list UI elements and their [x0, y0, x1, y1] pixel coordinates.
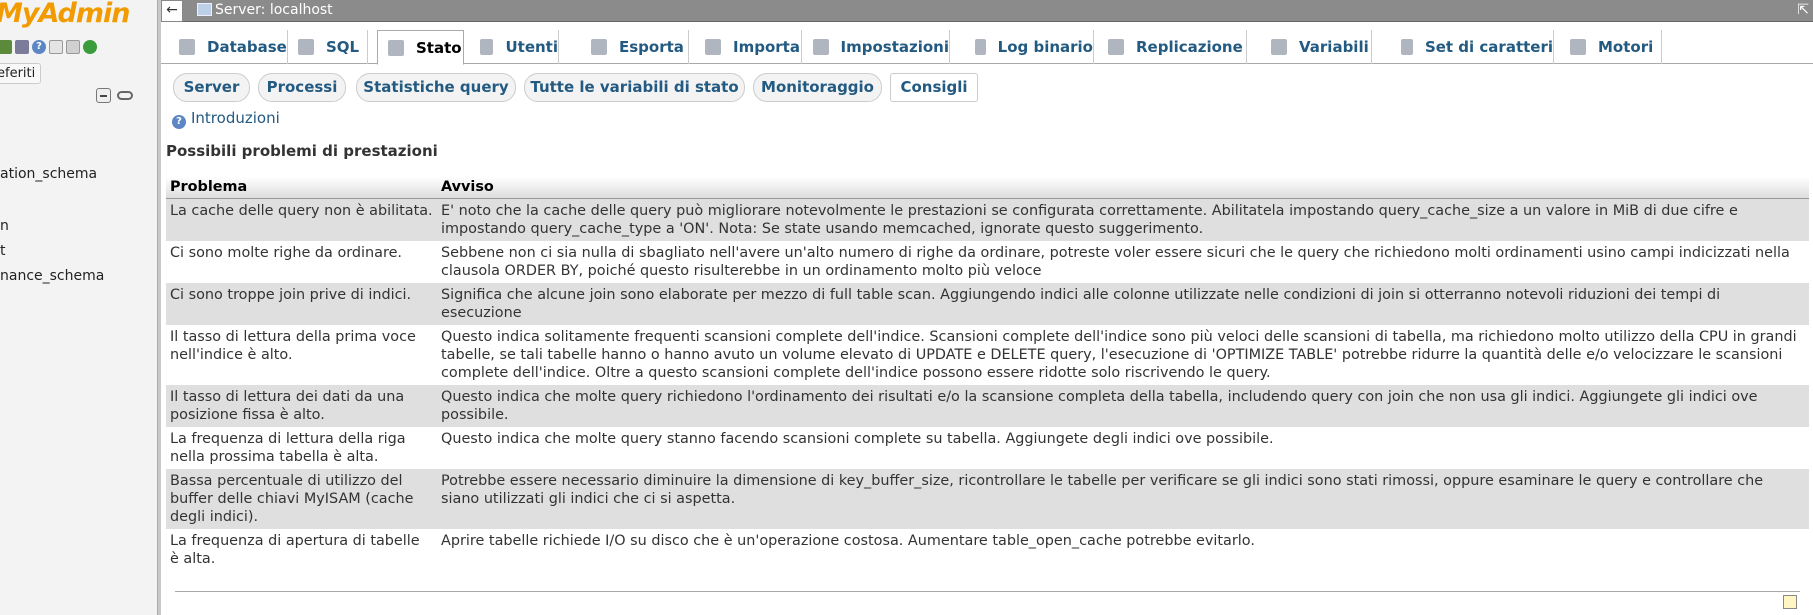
- reload-icon[interactable]: [83, 40, 97, 54]
- replication-icon: [1108, 39, 1124, 55]
- problem-cell: La frequenza di lettura della riga nella…: [166, 426, 437, 469]
- home-icon[interactable]: [0, 40, 12, 54]
- tab-database[interactable]: Database: [165, 30, 288, 64]
- status-icon: [388, 39, 404, 56]
- variables-icon: [1271, 39, 1287, 55]
- tab-settings[interactable]: Impostazioni: [805, 30, 950, 64]
- settings-icon[interactable]: [66, 40, 80, 54]
- navigation-panel: MyAdmin ? eferiti ation_schema n t nance…: [0, 0, 160, 615]
- tab-sql[interactable]: SQL: [288, 30, 368, 64]
- help-icon: ?: [172, 115, 186, 129]
- phpmyadmin-logo[interactable]: MyAdmin: [0, 0, 130, 29]
- link-with-main-panel-icon[interactable]: [117, 91, 133, 100]
- advice-cell: Sebbene non ci sia nulla di sbagliato ne…: [437, 240, 1809, 283]
- subtab-server[interactable]: Server: [173, 73, 250, 102]
- export-icon: [591, 39, 607, 55]
- tab-label: Utenti: [505, 38, 558, 56]
- problem-cell: Il tasso di lettura della prima voce nel…: [166, 324, 437, 385]
- tab-variables[interactable]: Variabili: [1265, 30, 1372, 64]
- users-icon: [480, 39, 494, 55]
- logout-icon[interactable]: [15, 40, 29, 54]
- import-icon: [705, 39, 721, 55]
- table-row: La frequenza di lettura della riga nella…: [166, 426, 1809, 469]
- engines-icon: [1570, 39, 1586, 55]
- advice-cell: Aprire tabelle richiede I/O su disco che…: [437, 528, 1809, 571]
- introduction-link[interactable]: ? Introduzioni: [172, 109, 280, 129]
- tab-status[interactable]: Stato: [377, 30, 464, 65]
- collapse-top-icon[interactable]: ⇱: [1797, 2, 1809, 18]
- nav-icon-bar: ?: [0, 40, 97, 54]
- problem-cell: Il tasso di lettura dei dati da una posi…: [166, 384, 437, 427]
- tab-label: Database: [207, 38, 287, 56]
- tab-label: Set di caratteri: [1424, 38, 1553, 56]
- section-title: Possibili problemi di prestazioni: [166, 142, 438, 160]
- database-icon: [179, 39, 195, 55]
- table-row: Ci sono molte righe da ordinare. Sebbene…: [166, 240, 1809, 283]
- tab-label: Impostazioni: [840, 38, 949, 56]
- problem-cell: La frequenza di apertura di tabelle è al…: [166, 528, 437, 571]
- subtab-all-status-variables[interactable]: Tutte le variabili di stato: [524, 73, 745, 102]
- tab-binary-log[interactable]: Log binario: [969, 30, 1094, 64]
- advice-cell: E' noto che la cache delle query può mig…: [437, 198, 1809, 241]
- tab-label: Motori: [1598, 38, 1654, 56]
- subtab-query-statistics[interactable]: Statistiche query: [356, 73, 516, 102]
- table-row: Bassa percentuale di utilizzo del buffer…: [166, 468, 1809, 529]
- tab-label: Variabili: [1299, 38, 1369, 56]
- help-icon[interactable]: ?: [32, 40, 46, 54]
- database-item[interactable]: n: [0, 218, 9, 234]
- database-item[interactable]: ation_schema: [0, 166, 97, 182]
- database-item[interactable]: t: [0, 243, 6, 259]
- problem-cell: La cache delle query non è abilitata.: [166, 198, 437, 241]
- back-arrow-icon[interactable]: ←: [161, 0, 183, 22]
- database-item[interactable]: nance_schema: [0, 268, 104, 284]
- server-icon: [197, 3, 212, 16]
- tab-label: Log binario: [997, 38, 1093, 56]
- sql-icon: [298, 39, 314, 55]
- problem-cell: Ci sono troppe join prive di indici.: [166, 282, 437, 325]
- column-header-advice: Avviso: [437, 177, 1809, 199]
- subtab-monitoring[interactable]: Monitoraggio: [753, 73, 882, 102]
- server-title[interactable]: Server: localhost: [215, 2, 333, 18]
- tab-label: SQL: [326, 38, 360, 56]
- tab-import[interactable]: Importa: [695, 30, 802, 64]
- wrench-icon: [813, 39, 829, 55]
- binlog-icon: [975, 39, 986, 55]
- tab-users[interactable]: Utenti: [466, 30, 559, 64]
- navigation-resizer[interactable]: [157, 0, 161, 615]
- tab-export[interactable]: Esporta: [581, 30, 689, 64]
- table-row: La cache delle query non è abilitata. E'…: [166, 198, 1809, 241]
- table-row: Il tasso di lettura dei dati da una posi…: [166, 384, 1809, 427]
- console-icon[interactable]: [1783, 595, 1797, 609]
- advice-cell: Questo indica che molte query richiedono…: [437, 384, 1809, 427]
- table-row: Ci sono troppe join prive di indici. Sig…: [166, 282, 1809, 325]
- charset-icon: [1401, 39, 1413, 55]
- column-header-problem: Problema: [166, 177, 437, 199]
- main-menu: Database SQL Stato Utenti Esporta Import…: [161, 22, 1813, 65]
- tab-label: Esporta: [619, 38, 684, 56]
- server-breadcrumb-bar: ← Server: localhost ⇱: [161, 0, 1813, 22]
- tab-replication[interactable]: Replicazione: [1102, 30, 1247, 64]
- tab-label: Importa: [733, 38, 800, 56]
- bottom-divider: [175, 591, 1800, 592]
- table-row: Il tasso di lettura della prima voce nel…: [166, 324, 1809, 385]
- advisor-results-table: Problema Avviso La cache delle query non…: [166, 177, 1809, 571]
- advice-cell: Potrebbe essere necessario diminuire la …: [437, 468, 1809, 529]
- favorites-button[interactable]: eferiti: [0, 63, 42, 84]
- advice-cell: Questo indica solitamente frequenti scan…: [437, 324, 1809, 385]
- table-header-row: Problema Avviso: [166, 177, 1809, 199]
- tab-label: Stato: [416, 38, 462, 57]
- introduction-label: Introduzioni: [191, 109, 280, 127]
- advice-cell: Questo indica che molte query stanno fac…: [437, 426, 1809, 469]
- problem-cell: Ci sono molte righe da ordinare.: [166, 240, 437, 283]
- tab-charsets[interactable]: Set di caratteri: [1395, 30, 1554, 64]
- problem-cell: Bassa percentuale di utilizzo del buffer…: [166, 468, 437, 529]
- table-row: La frequenza di apertura di tabelle è al…: [166, 528, 1809, 571]
- collapse-all-icon[interactable]: [96, 88, 111, 103]
- tab-engines[interactable]: Motori: [1564, 30, 1662, 64]
- documentation-icon[interactable]: [49, 40, 63, 54]
- tab-label: Replicazione: [1136, 38, 1243, 56]
- subtab-advisor[interactable]: Consigli: [890, 73, 978, 102]
- advice-cell: Significa che alcune join sono elaborate…: [437, 282, 1809, 325]
- subtab-processes[interactable]: Processi: [258, 73, 346, 102]
